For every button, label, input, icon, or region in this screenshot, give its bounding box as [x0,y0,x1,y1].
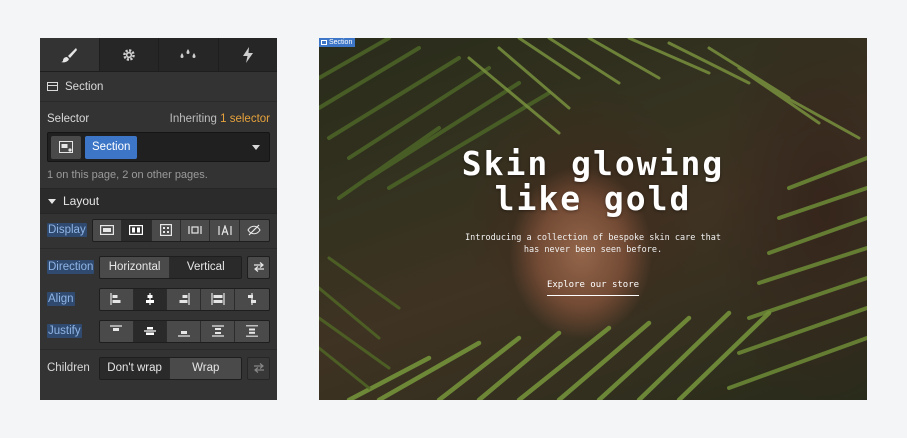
align-baseline-button[interactable] [235,288,269,310]
tab-interactions[interactable] [219,38,278,71]
children-label: Children [47,362,90,374]
hero-content: Skin glowing like gold Introducing a col… [319,146,867,296]
display-inline-block-button[interactable] [181,219,211,241]
children-nowrap-button[interactable]: Don't wrap [99,357,171,379]
children-wrap-options: Don't wrap Wrap [98,356,243,380]
display-label: Display [47,223,87,237]
hero-paragraph-line2: has never been seen before. [523,245,663,255]
justify-bottom-icon [177,331,190,337]
inheriting-prefix: Inheriting [169,113,217,125]
display-grid-button[interactable] [151,219,182,241]
element-tag: Section [319,38,356,47]
direction-horizontal-button[interactable]: Horizontal [99,256,171,278]
justify-top-icon [110,325,123,331]
element-header: Section [40,72,277,102]
direction-options: Horizontal Vertical [98,255,243,279]
chevron-down-icon[interactable] [252,144,260,150]
tab-interactions-style[interactable] [159,38,219,71]
inline-text-icon [217,224,232,235]
align-options [98,287,270,311]
tab-settings[interactable] [100,38,159,71]
hero-heading-line2: like gold [494,179,692,218]
justify-space-between-icon [211,325,224,337]
drops-icon [180,48,196,58]
lightning-icon [242,46,253,63]
justify-middle-icon [144,327,157,335]
justify-label: Justify [47,324,82,338]
element-tag-label: Section [329,39,353,46]
selector-state-icon[interactable] [51,135,81,159]
block-icon [100,225,115,235]
selector-label: Selector [47,113,90,125]
align-row: Align [40,283,277,315]
selector-chip[interactable]: Section [85,135,138,159]
display-block-button[interactable] [92,219,123,241]
eye-off-icon [247,224,262,236]
canvas-preview[interactable]: Section Skin glowing like gold Introduci… [319,38,867,400]
swap-arrows-icon [253,262,264,272]
panel-tabs [40,38,277,72]
justify-options [98,319,270,343]
direction-row: Direction Horizontal Vertical [40,251,277,283]
swap-arrows-icon [253,363,264,373]
align-center-button[interactable] [133,288,168,310]
justify-space-around-button[interactable] [235,320,269,342]
justify-end-button[interactable] [167,320,202,342]
selector-field[interactable]: Section [47,132,270,162]
flex-icon [129,225,144,235]
gear-icon [122,48,135,61]
selector-row: Selector Inheriting 1 selector [40,102,277,132]
hero-heading[interactable]: Skin glowing like gold [319,146,867,216]
display-flex-button[interactable] [122,219,152,241]
align-label: Align [47,292,75,306]
usage-note: 1 on this page, 2 on other pages. [47,169,208,181]
paintbrush-icon [61,47,78,62]
display-row: Display [40,214,277,246]
reverse-direction-button[interactable] [247,255,271,279]
element-title: Section [65,80,104,93]
section-icon [47,82,58,91]
align-left-icon [110,293,121,305]
justify-space-between-button[interactable] [201,320,236,342]
align-center-icon [146,293,155,305]
justify-center-button[interactable] [133,320,168,342]
layout-title: Layout [63,194,100,208]
hero-paragraph[interactable]: Introducing a collection of bespoke skin… [319,232,867,256]
explore-store-link[interactable]: Explore our store [546,280,640,296]
children-wrap-button[interactable]: Wrap [170,357,242,379]
direction-label: Direction [47,260,95,274]
reverse-wrap-button[interactable] [247,356,271,380]
inline-block-icon [188,226,202,234]
align-right-icon [179,293,190,305]
justify-row: Justify [40,315,277,347]
hero-paragraph-line1: Introducing a collection of bespoke skin… [465,233,721,243]
children-row: Children Don't wrap Wrap [40,352,277,384]
align-baseline-icon [248,293,257,305]
justify-start-button[interactable] [99,320,134,342]
tab-style[interactable] [40,38,100,71]
divider [40,248,277,249]
align-stretch-icon [211,293,225,305]
section-icon [321,40,327,45]
direction-vertical-button[interactable]: Vertical [170,256,242,278]
collapse-triangle-icon [48,198,56,204]
inheriting-link[interactable]: 1 selector [220,113,270,125]
justify-space-around-icon [246,325,259,337]
display-inline-button[interactable] [210,219,240,241]
align-end-button[interactable] [167,288,202,310]
display-none-button[interactable] [239,219,269,241]
style-panel: Section Selector Inheriting 1 selector S… [40,38,277,400]
grid-icon [159,224,172,236]
display-options [91,218,270,242]
align-stretch-button[interactable] [201,288,236,310]
divider [40,349,277,350]
layout-section-header[interactable]: Layout [40,188,277,214]
inheriting-info: Inheriting 1 selector [170,113,270,125]
align-start-button[interactable] [99,288,134,310]
hero-heading-line1: Skin glowing [461,144,725,183]
